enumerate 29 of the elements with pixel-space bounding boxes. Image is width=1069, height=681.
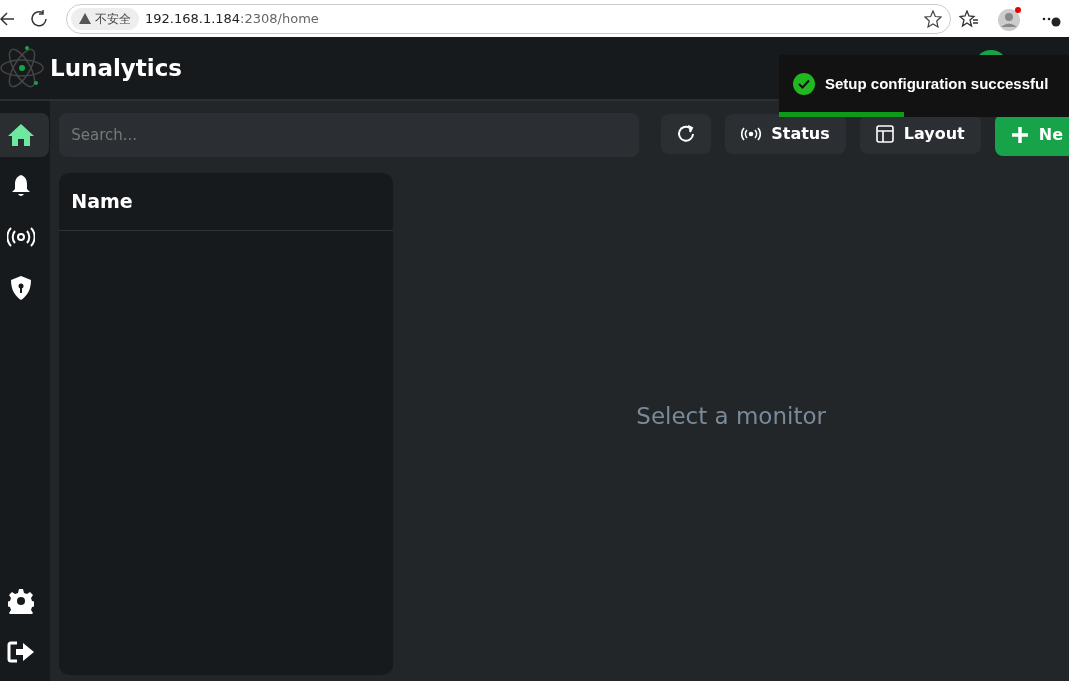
sidebar-item[interactable] — [0, 113, 50, 157]
search-field[interactable]: Search... — [59, 113, 640, 157]
favorites-icon[interactable] — [959, 9, 979, 28]
home-icon — [7, 123, 36, 147]
settings-icon — [8, 588, 35, 614]
column-header: Name — [71, 189, 133, 215]
profile-icon[interactable] — [997, 5, 1023, 32]
bell-icon — [11, 174, 32, 198]
toast-message: Setup configuration successful — [825, 73, 1049, 94]
signal-icon — [7, 227, 36, 247]
reload-icon[interactable] — [30, 9, 48, 28]
warning-icon — [79, 13, 91, 24]
star-icon[interactable] — [924, 9, 942, 28]
signal-icon — [741, 127, 762, 141]
plus-icon — [1010, 126, 1029, 144]
layout-icon — [875, 125, 894, 143]
app-title: Lunalytics — [50, 53, 182, 83]
security-label: 不安全 — [95, 10, 131, 28]
security-chip[interactable]: 不安全 — [71, 7, 139, 30]
check-circle-icon — [793, 73, 815, 95]
url-text: 192.168.1.184:2308/home — [145, 9, 319, 28]
status-button[interactable]: Status — [725, 114, 846, 154]
logout-icon — [7, 641, 36, 663]
refresh-icon — [676, 124, 697, 144]
layout-button[interactable]: Layout — [859, 114, 981, 154]
refresh-button[interactable] — [661, 114, 712, 154]
shield-icon — [10, 275, 33, 301]
empty-message: Select a monitor — [636, 402, 826, 431]
back-icon[interactable] — [0, 11, 14, 26]
